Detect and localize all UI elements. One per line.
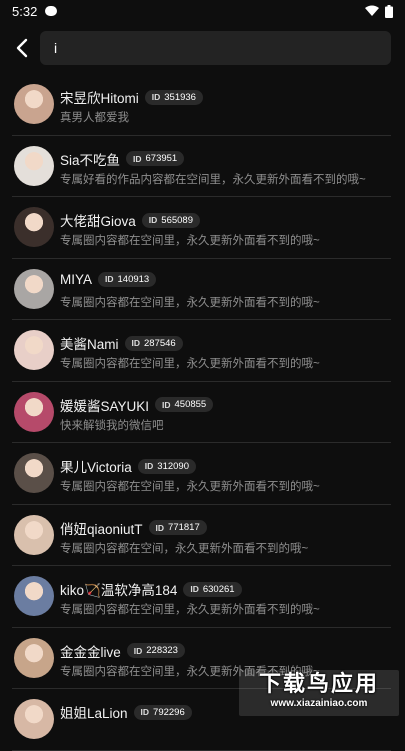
user-description: 专属圈内容都在空间里，永久更新外面看不到的哦~ [60,481,320,493]
id-value: 565089 [161,214,193,226]
id-badge: ID 312090 [137,458,196,474]
avatar[interactable] [14,453,54,493]
id-value: 792296 [153,706,185,718]
id-label: ID [190,584,199,594]
list-item[interactable]: 果儿Victoria ID 312090 专属圈内容都在空间里，永久更新外面看不到的哦… [12,443,391,505]
id-label: ID [155,522,165,533]
name-line: 果儿Victoria ID 312090 [60,456,196,476]
user-name: 俏妞qiaoniutT [60,521,143,537]
id-value: 140913 [117,273,150,285]
avatar[interactable] [14,514,54,555]
name-line: Sia不吃鱼 ID 673951 [60,149,185,169]
list-item[interactable]: 宋昱欣Hitomi ID 351936 真男人都爱我 [12,74,391,136]
back-button[interactable] [2,28,42,68]
user-name: Sia不吃鱼 [60,152,121,168]
user-description: 专属圈内容都在空间里，永久更新外面看不到的哦~ [60,604,320,616]
id-label: ID [140,707,150,717]
search-input[interactable] [40,31,391,65]
id-label: ID [133,645,143,656]
avatar[interactable] [14,576,54,616]
id-value: 351936 [164,91,196,103]
name-line: 美酱Nami ID 287546 [60,333,183,353]
name-line: 俏妞qiaoniutT ID 771817 [60,518,207,538]
id-label: ID [162,399,171,410]
id-badge: ID 228323 [126,643,185,658]
list-item[interactable]: 俏妞qiaoniutT ID 771817 专属圈内容都在空间，永久更新外面看不到的哦… [12,505,391,566]
id-value: 673951 [145,153,178,164]
user-name: 美酱Nami [60,337,119,352]
wifi-icon [365,5,379,16]
watermark-main: 下载鸟应用 [258,671,379,696]
avatar[interactable] [14,145,54,186]
name-line: 姐姐LaLion ID 792296 [60,702,192,722]
name-line: kiko🏹温软净高184 ID 630261 [60,579,242,599]
name-line: 金金金live ID 228323 [60,641,185,661]
watermark-sub: www.xiazainiao.com [270,698,368,709]
name-line: 媛媛酱SAYUKI ID 450855 [60,395,214,415]
user-name: kiko🏹温软净高184 [60,583,178,598]
id-badge: ID 673951 [126,151,185,166]
name-line: MIYA ID 140913 [60,271,157,287]
id-badge: ID 565089 [141,212,200,228]
battery-icon [385,4,393,18]
user-description: 专属圈内容都在空间里，永久更新外面看不到的哦~ [60,296,320,309]
chevron-left-icon [16,38,28,58]
name-line: 大佬甜Giova ID 565089 [60,210,200,230]
id-badge: ID 450855 [155,397,214,412]
list-item[interactable]: 美酱Nami ID 287546 专属圈内容都在空间里，永久更新外面看不到的哦~ [12,320,391,382]
id-badge: ID 771817 [148,520,207,535]
id-label: ID [148,215,158,225]
search-bar [0,24,405,72]
id-value: 312090 [157,460,189,472]
id-badge: ID 351936 [144,89,203,105]
id-label: ID [131,338,141,348]
avatar[interactable] [14,637,54,678]
user-name: 金金金live [60,644,121,660]
id-value: 287546 [144,337,176,349]
name-line: 宋昱欣Hitomi ID 351936 [60,87,203,107]
user-description: 专属圈内容都在空间，永久更新外面看不到的哦~ [60,542,309,555]
id-badge: ID 287546 [124,335,183,351]
id-badge: ID 792296 [133,704,192,720]
list-item[interactable]: Sia不吃鱼 ID 673951 专属好看的作品内容都在空间里，永久更新外面看不到的哦… [12,136,391,197]
id-value: 450855 [174,399,207,410]
status-bar: 5:32 [0,0,405,22]
id-label: ID [105,274,114,284]
id-value: 228323 [146,645,178,656]
avatar[interactable] [14,699,54,739]
user-description: 专属好看的作品内容都在空间里，永久更新外面看不到的哦~ [60,173,366,186]
id-value: 771817 [168,522,200,533]
avatar[interactable] [14,330,54,370]
id-badge: ID 630261 [183,581,242,597]
watermark-logo: 下载鸟应用 www.xiazainiao.com [239,670,399,716]
avatar[interactable] [14,268,54,309]
list-item[interactable]: 大佬甜Giova ID 565089 专属圈内容都在空间里，永久更新外面看不到的哦~ [12,197,391,259]
avatar[interactable] [14,207,54,247]
user-name: 媛媛酱SAYUKI [60,398,150,414]
user-description: 专属圈内容都在空间里，永久更新外面看不到的哦~ [60,235,320,247]
wechat-icon [45,6,58,16]
id-label: ID [151,92,161,102]
user-name: 宋昱欣Hitomi [60,91,139,106]
user-description: 真男人都爱我 [60,112,129,124]
list-item[interactable]: kiko🏹温软净高184 ID 630261 专属圈内容都在空间里，永久更新外面看不到… [12,566,391,628]
list-item[interactable]: 媛媛酱SAYUKI ID 450855 快来解锁我的微信吧 [12,382,391,443]
user-name: 大佬甜Giova [60,214,136,229]
avatar[interactable] [14,84,54,124]
id-badge: ID 140913 [98,271,157,287]
id-value: 630261 [202,583,235,595]
user-description: 快来解锁我的微信吧 [60,419,164,432]
status-time: 5:32 [12,3,38,19]
user-name: 姐姐LaLion [60,706,128,721]
id-label: ID [133,153,142,164]
list-item[interactable]: MIYA ID 140913 专属圈内容都在空间里，永久更新外面看不到的哦~ [12,259,391,320]
user-name: MIYA [60,271,93,287]
result-list: 宋昱欣Hitomi ID 351936 真男人都爱我 Sia不吃鱼 ID 673951 专属好… [0,74,405,751]
user-description: 专属圈内容都在空间里，永久更新外面看不到的哦~ [60,358,320,370]
id-label: ID [144,461,154,471]
user-name: 果儿Victoria [60,460,132,475]
avatar[interactable] [14,391,54,432]
